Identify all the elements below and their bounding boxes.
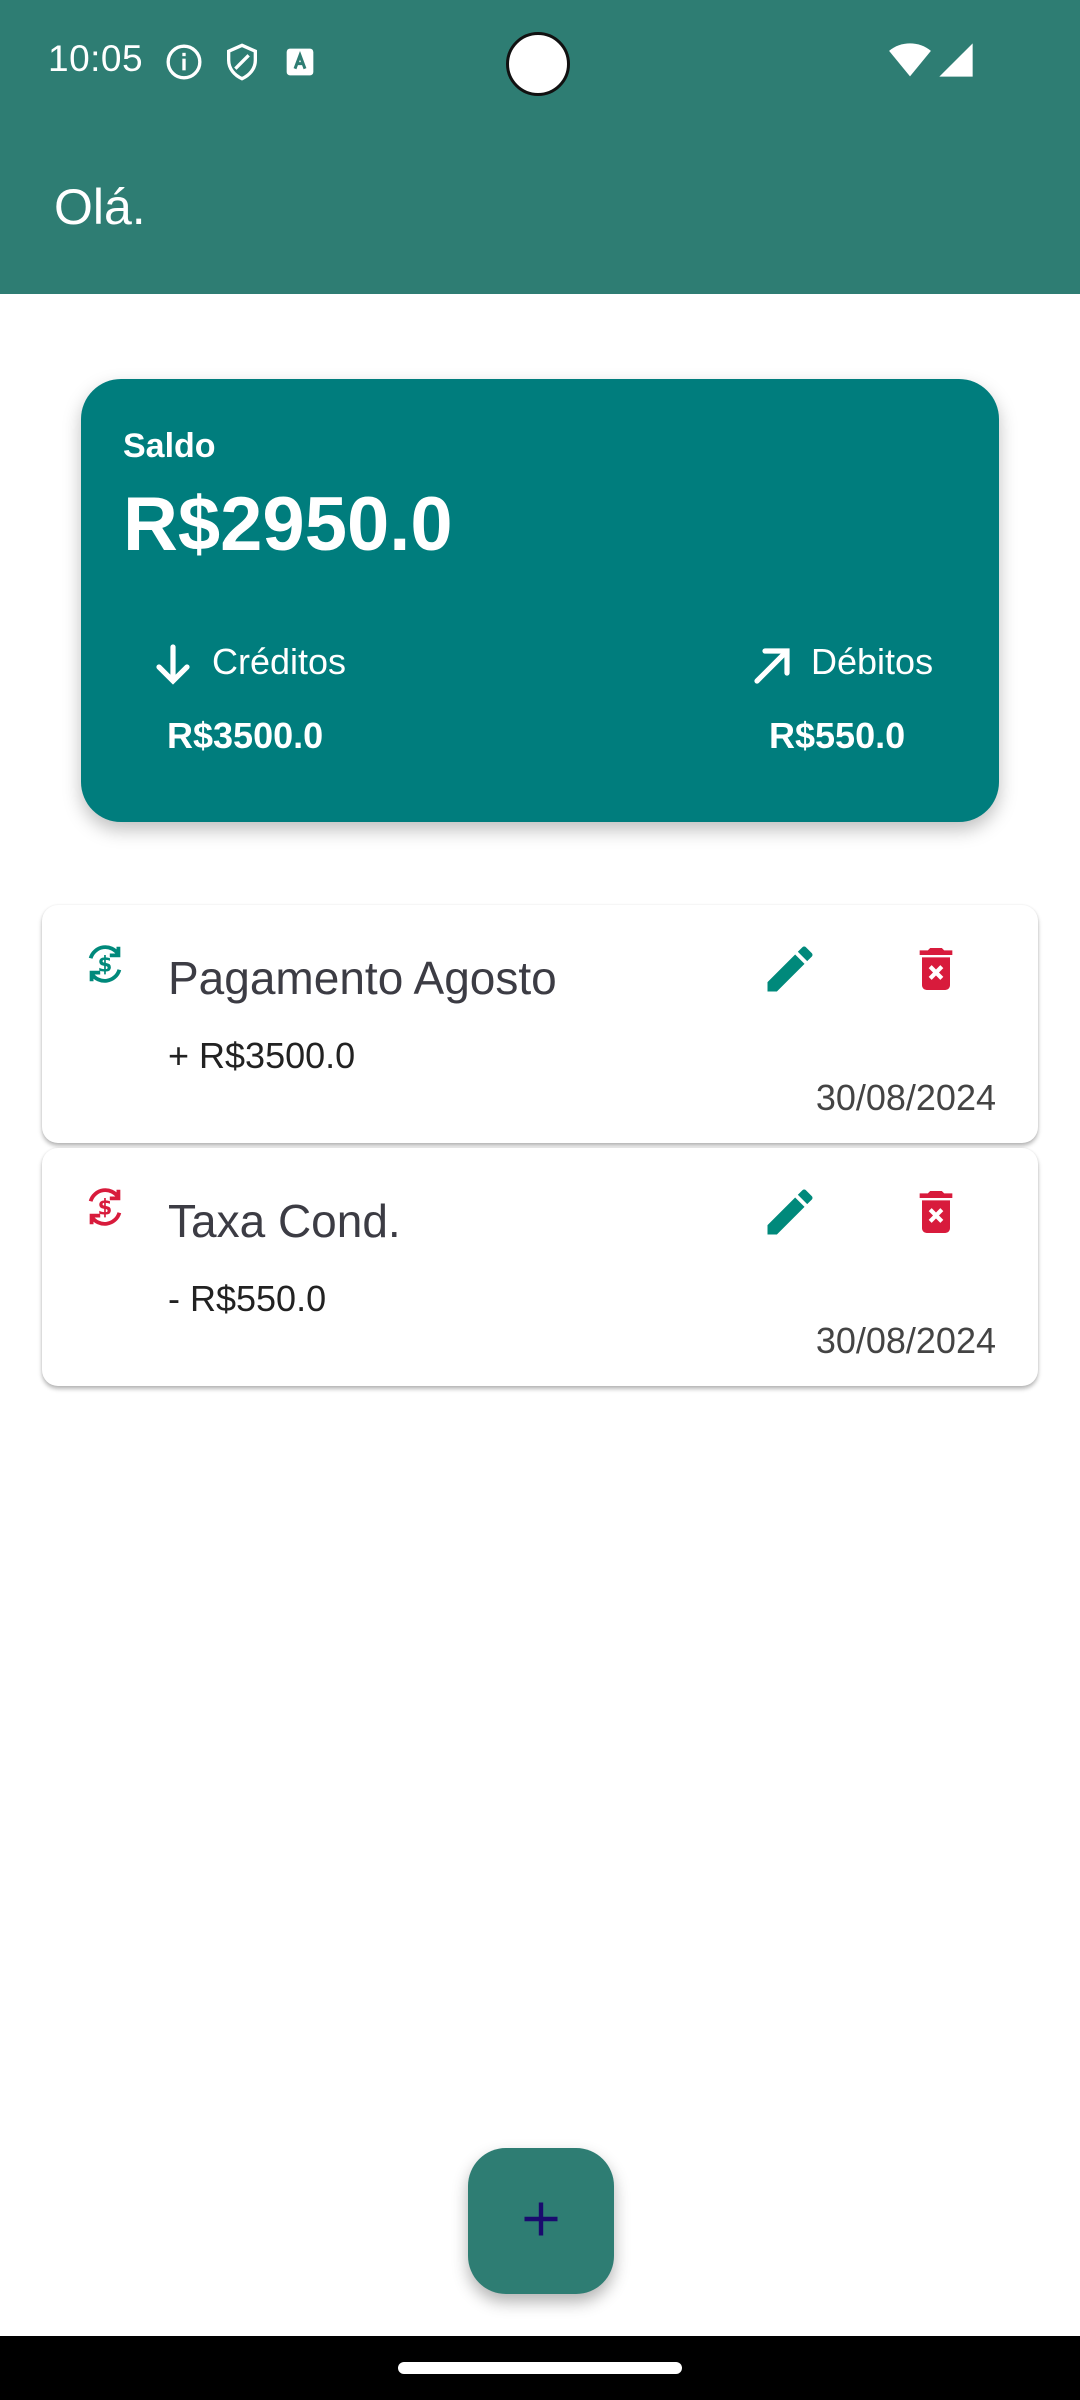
delete-button[interactable] [908,1182,964,1242]
svg-text:$: $ [98,952,113,977]
credits-label: Créditos [212,641,347,682]
add-transaction-button[interactable] [468,2148,614,2294]
navigation-bar [0,2336,1080,2400]
home-handle[interactable] [398,2362,682,2374]
balance-card: Saldo R$2950.0 Créditos R$3500.0 Débitos… [81,379,999,822]
status-icons-left [164,42,320,82]
balance-label: Saldo [123,427,216,465]
wifi-icon [888,40,932,85]
plus-icon [519,2197,563,2246]
transaction-title: Taxa Cond. [168,1195,401,1247]
status-icons-right [888,40,976,85]
arrow-down-icon [149,641,197,689]
camera-cutout [506,32,570,96]
debits-value: R$550.0 [769,715,906,756]
arrow-up-right-icon [749,641,797,689]
currency-exchange-icon: $ [82,941,128,987]
credits-value: R$3500.0 [167,715,324,756]
transaction-amount: + R$3500.0 [168,1035,356,1076]
transaction-date: 30/08/2024 [815,1077,996,1118]
font-icon [280,42,320,82]
delete-button[interactable] [908,939,964,999]
shield-icon [222,42,262,82]
currency-exchange-icon: $ [82,1184,128,1230]
status-time: 10:05 [48,38,144,79]
transaction-title: Pagamento Agosto [168,952,557,1004]
info-icon [164,42,204,82]
greeting-title: Olá. [54,179,146,235]
transaction-card[interactable]: $ Pagamento Agosto + R$3500.0 30/08/2024 [42,905,1038,1143]
status-bar: 10:05 [0,0,1080,120]
transaction-amount: - R$550.0 [168,1278,327,1319]
app-bar: 10:05 Olá. [0,0,1080,294]
svg-text:$: $ [98,1195,113,1220]
edit-button[interactable] [760,939,820,999]
edit-button[interactable] [760,1182,820,1242]
transaction-date: 30/08/2024 [815,1320,996,1361]
signal-icon [936,40,976,85]
debits-label: Débitos [811,641,934,682]
transaction-card[interactable]: $ Taxa Cond. - R$550.0 30/08/2024 [42,1148,1038,1386]
balance-value: R$2950.0 [123,482,453,567]
